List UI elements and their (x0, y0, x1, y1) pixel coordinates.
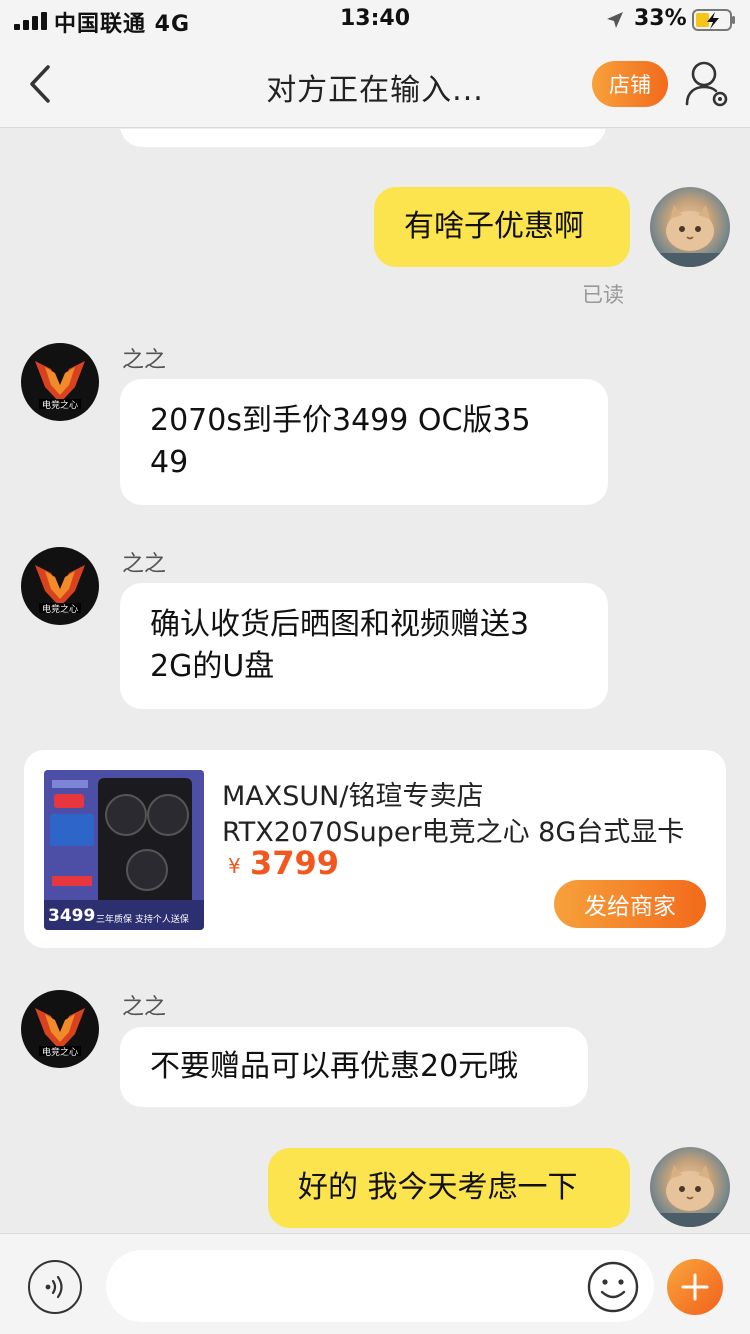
shop-button[interactable]: 店铺 (592, 61, 668, 107)
message-text-line: 2G的U盘 (150, 649, 275, 684)
emoji-icon[interactable] (586, 1260, 640, 1314)
location-arrow-icon (607, 12, 623, 28)
sender-name: 之之 (122, 552, 167, 577)
avatar[interactable] (650, 187, 730, 267)
message-bubble-shop[interactable]: 确认收货后晒图和视频赠送3 2G的U盘 (120, 583, 608, 709)
sender-name: 之之 (122, 348, 167, 373)
message-bubble-mine[interactable]: 好的 我今天考虑一下 (268, 1148, 630, 1228)
product-image[interactable]: 3499 三年质保 支持个人送保 (44, 770, 204, 930)
message-text-line: 确认收货后晒图和视频赠送3 (150, 607, 530, 642)
avatar[interactable]: 电竞之心 (21, 990, 99, 1068)
battery-charging-icon (692, 9, 735, 31)
status-bar: 中国联通 4G 13:40 33% (0, 0, 750, 40)
plus-icon (681, 1273, 709, 1301)
avatar[interactable] (650, 1147, 730, 1227)
product-image-caption: 三年质保 支持个人送保 (96, 915, 189, 925)
product-store-name: MAXSUN/铭瑄专卖店 (222, 781, 484, 812)
avatar[interactable]: 电竞之心 (21, 547, 99, 625)
message-text-line: 2070s到手价3499 OC版35 (150, 403, 531, 438)
message-bubble-partial (120, 129, 606, 147)
price-currency: ¥ (228, 854, 241, 878)
shop-logo-icon: 电竞之心 (35, 1008, 85, 1058)
cat-avatar-icon (650, 1165, 730, 1227)
voice-button[interactable] (28, 1260, 82, 1314)
message-bubble-mine[interactable]: 有啥子优惠啊 (374, 187, 630, 267)
plus-button[interactable] (667, 1259, 723, 1315)
cat-avatar-icon (650, 205, 730, 267)
svg-text:电竞之心: 电竞之心 (42, 399, 78, 411)
message-text-line: 49 (150, 445, 189, 480)
sender-name: 之之 (122, 995, 167, 1020)
input-bar (0, 1233, 750, 1334)
message-bubble-shop[interactable]: 不要赠品可以再优惠20元哦 (120, 1027, 588, 1107)
send-to-merchant-button[interactable]: 发给商家 (554, 880, 706, 928)
battery-percentage: 33% (634, 6, 687, 31)
user-settings-icon[interactable] (684, 58, 730, 110)
svg-text:电竞之心: 电竞之心 (42, 603, 78, 615)
message-bubble-shop[interactable]: 2070s到手价3499 OC版35 49 (120, 379, 608, 505)
shop-logo-icon: 电竞之心 (35, 361, 85, 411)
product-card[interactable]: 3499 三年质保 支持个人送保 MAXSUN/铭瑄专卖店 RTX2070Sup… (24, 750, 726, 948)
message-text: 好的 我今天考虑一下 (298, 1170, 578, 1205)
product-image-price: 3499 (48, 906, 96, 926)
nav-bar: 对方正在输入... 店铺 (0, 40, 750, 128)
shop-logo-icon: 电竞之心 (35, 565, 85, 615)
read-receipt: 已读 (582, 283, 624, 307)
chat-area[interactable]: 有啥子优惠啊 已读 电竞之心 之之 2070s到手价3499 OC版35 49 (0, 129, 750, 1233)
svg-text:电竞之心: 电竞之心 (42, 1046, 78, 1058)
message-input[interactable] (106, 1250, 654, 1322)
message-text: 有啥子优惠啊 (404, 209, 584, 244)
voice-icon (45, 1275, 63, 1299)
product-price: 3799 (250, 844, 340, 882)
message-text: 不要赠品可以再优惠20元哦 (150, 1049, 519, 1084)
avatar[interactable]: 电竞之心 (21, 343, 99, 421)
